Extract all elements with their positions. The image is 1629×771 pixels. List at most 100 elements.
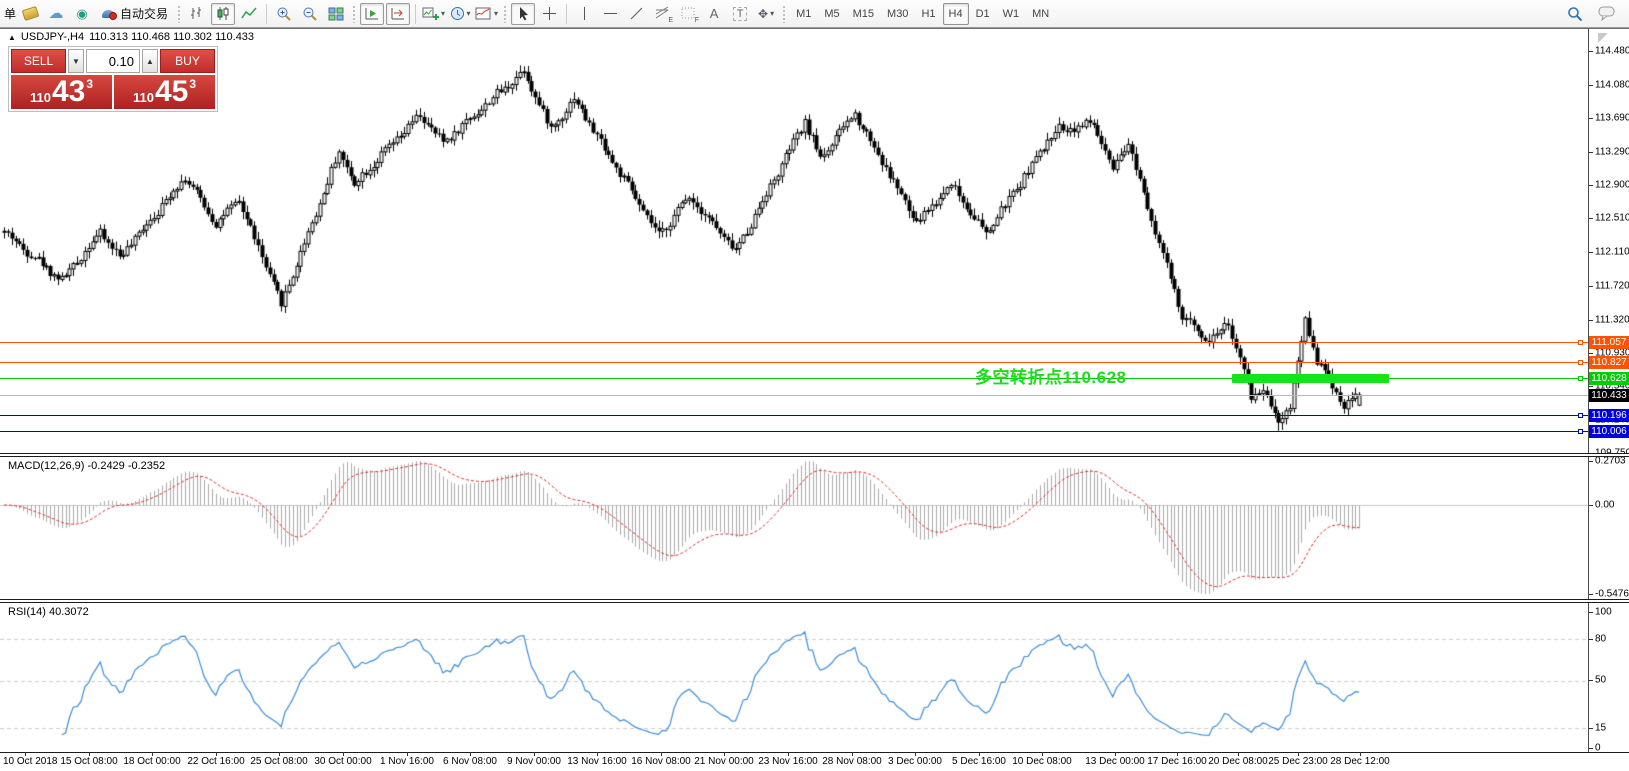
time-tick-label: 18 Oct 00:00: [123, 756, 180, 767]
timeframe-h1-button[interactable]: H1: [915, 3, 941, 25]
label-button[interactable]: T: [728, 3, 752, 25]
time-tick-label: 16 Nov 08:00: [631, 756, 691, 767]
add-indicator-button[interactable]: [421, 3, 446, 25]
rsi-tick-dash: [1589, 680, 1593, 681]
timeframe-w1-button[interactable]: W1: [997, 3, 1026, 25]
new-order-button[interactable]: [18, 3, 42, 25]
vertical-line-icon: [578, 6, 591, 21]
line-handle[interactable]: [1578, 376, 1583, 381]
templates-icon: [475, 6, 492, 21]
bar-chart-button[interactable]: [185, 3, 209, 25]
one-click-trading-panel: SELL ▼ ▲ BUY 110433 110453: [8, 46, 218, 112]
buy-button[interactable]: BUY: [160, 49, 215, 73]
fibonacci-button[interactable]: E: [650, 3, 674, 25]
macd-tick-dash: [1589, 505, 1593, 506]
rsi-name: RSI(14): [8, 606, 46, 618]
time-tick-label: 1 Nov 16:00: [380, 756, 434, 767]
zoom-in-button[interactable]: [272, 3, 296, 25]
new-order-icon: [21, 6, 39, 21]
price-chart-canvas[interactable]: [0, 0, 1629, 771]
timeframe-mn-button[interactable]: MN: [1026, 3, 1055, 25]
sell-button[interactable]: SELL: [11, 49, 66, 73]
autotrade-button[interactable]: 自动交易: [96, 3, 173, 25]
horizontal-line-110.196[interactable]: [0, 415, 1588, 416]
time-tick-label: 13 Dec 00:00: [1085, 756, 1145, 767]
trade-panel-toggle-icon[interactable]: ▲: [8, 33, 16, 42]
window-border: [0, 28, 1629, 29]
fibonacci-sub-label: E: [668, 17, 673, 24]
rsi-tick-label: 15: [1595, 723, 1606, 734]
zoom-out-button[interactable]: [298, 3, 322, 25]
new-order-label[interactable]: 单: [4, 5, 16, 22]
chart-shift-icon: [390, 6, 406, 21]
time-tick-label: 28 Nov 08:00: [822, 756, 882, 767]
macd-panel-splitter[interactable]: [0, 453, 1629, 457]
sell-price-display[interactable]: 110433: [11, 75, 112, 109]
line-handle[interactable]: [1578, 360, 1583, 365]
horizontal-line-111.057[interactable]: [0, 342, 1588, 343]
volume-decrease-button[interactable]: ▼: [68, 49, 84, 73]
time-tick-label: 13 Nov 16:00: [567, 756, 627, 767]
auto-scroll-button[interactable]: [360, 3, 384, 25]
horizontal-line-button[interactable]: [598, 3, 622, 25]
chat-button[interactable]: [1595, 3, 1619, 25]
timeframe-d1-button[interactable]: D1: [970, 3, 996, 25]
cursor-button[interactable]: [511, 3, 535, 25]
rsi-values: 40.3072: [49, 606, 89, 618]
trendline-button[interactable]: [624, 3, 648, 25]
text-icon: A: [710, 6, 719, 21]
volume-increase-button[interactable]: ▲: [142, 49, 158, 73]
search-button[interactable]: [1563, 3, 1587, 25]
candlestick-button[interactable]: [211, 3, 235, 25]
templates-button[interactable]: [474, 3, 499, 25]
price-tick-label: 112.900: [1595, 180, 1629, 191]
price-tick-label: 113.690: [1595, 113, 1629, 124]
horizontal-line-110.827[interactable]: [0, 362, 1588, 363]
rsi-tick-dash: [1589, 728, 1593, 729]
chart-title: ▲ USDJPY-,H4 110.313 110.468 110.302 110…: [8, 31, 254, 43]
timeframe-h4-button[interactable]: H4: [943, 3, 969, 25]
line-handle[interactable]: [1578, 340, 1583, 345]
timeframe-m30-button[interactable]: M30: [881, 3, 914, 25]
line-handle[interactable]: [1578, 413, 1583, 418]
horizontal-line-110.433: [0, 395, 1588, 396]
horizontal-line-110.006[interactable]: [0, 431, 1588, 432]
cursor-icon: [516, 6, 531, 21]
time-tick-label: 30 Oct 00:00: [314, 756, 371, 767]
periods-button[interactable]: [448, 3, 472, 25]
price-tick-label: 112.510: [1595, 213, 1629, 224]
timeframe-m1-button[interactable]: M1: [790, 3, 817, 25]
vertical-line-button[interactable]: [572, 3, 596, 25]
support-trendline-segment[interactable]: [1232, 374, 1389, 383]
line-handle[interactable]: [1578, 429, 1583, 434]
macd-name: MACD(12,26,9): [8, 460, 84, 472]
time-tick-label: 10 Oct 2018: [3, 756, 57, 767]
ohlc-quote-label: 110.313 110.468 110.302 110.433: [89, 31, 254, 43]
grid-button[interactable]: F: [676, 3, 700, 25]
price-tick-dash: [1589, 152, 1593, 153]
price-tick-dash: [1589, 320, 1593, 321]
macd-tick-dash: [1589, 461, 1593, 462]
price-tick-label: 114.480: [1595, 46, 1629, 57]
chart-annotation-text[interactable]: 多空转折点110.628: [975, 363, 1127, 388]
volume-input[interactable]: [86, 49, 140, 73]
shapes-button[interactable]: ✥: [754, 3, 778, 25]
tile-windows-button[interactable]: [324, 3, 348, 25]
signals-button[interactable]: ◉: [70, 3, 94, 25]
market-watch-button[interactable]: ☁: [44, 3, 68, 25]
search-icon: [1567, 6, 1583, 22]
rsi-tick-label: 50: [1595, 675, 1606, 686]
crosshair-button[interactable]: [537, 3, 561, 25]
chart-shift-button[interactable]: [386, 3, 410, 25]
buy-price-display[interactable]: 110453: [114, 75, 215, 109]
time-tick-label: 25 Oct 08:00: [250, 756, 307, 767]
line-chart-button[interactable]: [237, 3, 261, 25]
timeframe-m5-button[interactable]: M5: [818, 3, 845, 25]
text-button[interactable]: A: [702, 3, 726, 25]
buy-price-point: 3: [189, 75, 196, 91]
shapes-icon: ✥: [758, 7, 768, 21]
rsi-panel-splitter[interactable]: [0, 599, 1629, 603]
timeframe-m15-button[interactable]: M15: [847, 3, 880, 25]
toolbar-grip: [177, 5, 181, 23]
toolbar-separator: [266, 4, 267, 24]
